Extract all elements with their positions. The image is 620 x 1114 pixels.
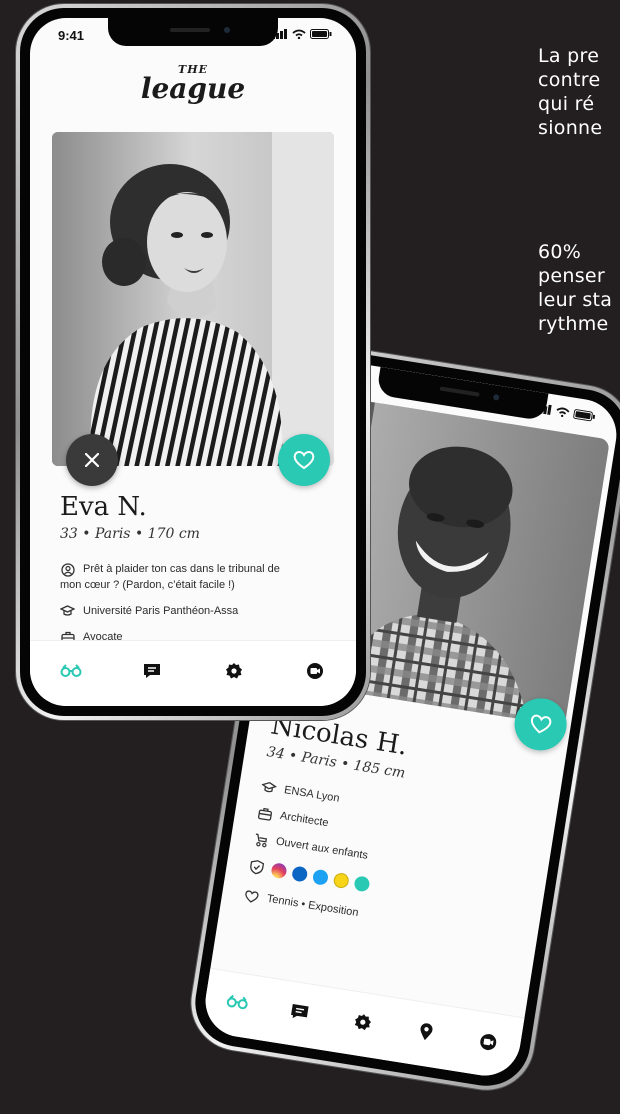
phone-mockup-primary: 9:41 THE league Eva N. 33 • Paris • 170 …: [16, 4, 370, 720]
prompt-row-continued: mon cœur ? (Pardon, c’était facile !): [60, 578, 235, 593]
tab-location[interactable]: [409, 1014, 443, 1048]
profile-name: Eva N.: [60, 492, 147, 522]
instagram-icon[interactable]: [270, 862, 288, 880]
wifi-icon: [292, 29, 306, 39]
profile-height: 185 cm: [352, 757, 407, 782]
gear-icon: [225, 662, 242, 678]
app-screen-eva: 9:41 THE league Eva N. 33 • Paris • 170 …: [30, 18, 356, 706]
interest-tennis: Tennis: [266, 892, 300, 910]
tab-messages[interactable]: [283, 995, 317, 1029]
graduation-cap-icon: [261, 781, 278, 793]
profile-age: 34: [265, 743, 286, 763]
graduation-cap-icon: [60, 605, 75, 616]
profile-city: Paris: [300, 749, 338, 771]
meta-separator: •: [339, 755, 351, 773]
binoculars-icon: [60, 663, 82, 677]
bg-line: 60%: [538, 241, 582, 263]
battery-icon: [573, 409, 596, 422]
bg-line: contre: [538, 69, 601, 91]
heart-icon: [293, 451, 315, 470]
bg-line: leur sta: [538, 289, 613, 311]
chat-icon: [144, 663, 161, 678]
heart-icon: [530, 714, 552, 734]
battery-icon: [310, 29, 332, 39]
location-pin-icon: [420, 1022, 433, 1040]
education-label: ENSA Lyon: [283, 784, 341, 805]
snapchat-icon[interactable]: [332, 872, 350, 890]
phone-notch: [108, 18, 278, 46]
job-row: Architecte: [256, 805, 329, 831]
heart-outline-icon: [245, 890, 259, 903]
tab-settings[interactable]: [346, 1005, 380, 1039]
profile-city: Paris: [95, 526, 131, 542]
gear-icon: [354, 1013, 372, 1030]
tab-discover[interactable]: [220, 985, 254, 1019]
wifi-icon: [556, 407, 570, 418]
profile-height: 170 cm: [147, 526, 200, 542]
meta-separator: •: [287, 747, 299, 765]
bg-line: qui ré: [538, 93, 595, 115]
video-icon: [307, 662, 324, 679]
tab-discover[interactable]: [56, 656, 86, 686]
close-icon: [84, 452, 100, 468]
interests-row: Tennis • Exposition: [243, 888, 359, 921]
bg-line: rythme: [538, 313, 609, 335]
job-label: Architecte: [279, 809, 330, 830]
bg-line: penser: [538, 265, 605, 287]
status-icons: [272, 29, 332, 39]
video-icon: [480, 1033, 497, 1050]
bottom-tab-bar: [200, 967, 525, 1081]
socials-row: [248, 859, 374, 894]
interest-exposition: Exposition: [307, 899, 360, 920]
profile-meta: 33 • Paris • 170 cm: [60, 526, 200, 542]
tab-settings[interactable]: [219, 656, 249, 686]
bottom-tab-bar: [30, 640, 356, 706]
prompt-row: Prêt à plaider ton cas dans le tribunal …: [60, 562, 330, 577]
briefcase-icon: [257, 807, 272, 821]
prompt-line-1: Prêt à plaider ton cas dans le tribunal …: [83, 563, 280, 575]
background-paragraph-2: 60% penser leur sta rythme: [538, 240, 612, 336]
status-time: 9:41: [58, 28, 85, 43]
like-button[interactable]: [278, 434, 330, 486]
tab-messages[interactable]: [137, 656, 167, 686]
profile-photo[interactable]: [52, 132, 334, 466]
interest-separator: •: [300, 898, 307, 911]
children-row: Ouvert aux enfants: [252, 831, 369, 864]
tab-video[interactable]: [471, 1024, 505, 1058]
education-label: Université Paris Panthéon-Assa: [83, 605, 239, 617]
children-label: Ouvert aux enfants: [275, 835, 369, 862]
stroller-icon: [255, 833, 268, 847]
meta-separator: •: [82, 526, 91, 542]
prompt-line-2: mon cœur ? (Pardon, c’était facile !): [60, 579, 235, 591]
bg-line: La pre: [538, 45, 600, 67]
education-row: ENSA Lyon: [260, 780, 340, 807]
logo-league: league: [140, 72, 246, 105]
chat-icon: [291, 1003, 310, 1018]
background-paragraph-1: La pre contre qui ré sionne: [538, 44, 602, 140]
dismiss-button[interactable]: [66, 434, 118, 486]
shield-check-icon: [249, 860, 264, 875]
linkedin-icon[interactable]: [291, 865, 309, 883]
tab-video[interactable]: [300, 656, 330, 686]
portrait-illustration: [52, 132, 334, 466]
profile-age: 33: [60, 526, 78, 542]
messenger-icon[interactable]: [353, 875, 371, 893]
meta-separator: •: [134, 526, 144, 542]
bg-line: sionne: [538, 117, 603, 139]
app-logo: THE league: [30, 64, 356, 103]
education-row: Université Paris Panthéon-Assa: [60, 604, 238, 619]
binoculars-icon: [226, 994, 248, 1009]
twitter-icon[interactable]: [312, 868, 330, 886]
user-circle-icon: [60, 562, 75, 577]
